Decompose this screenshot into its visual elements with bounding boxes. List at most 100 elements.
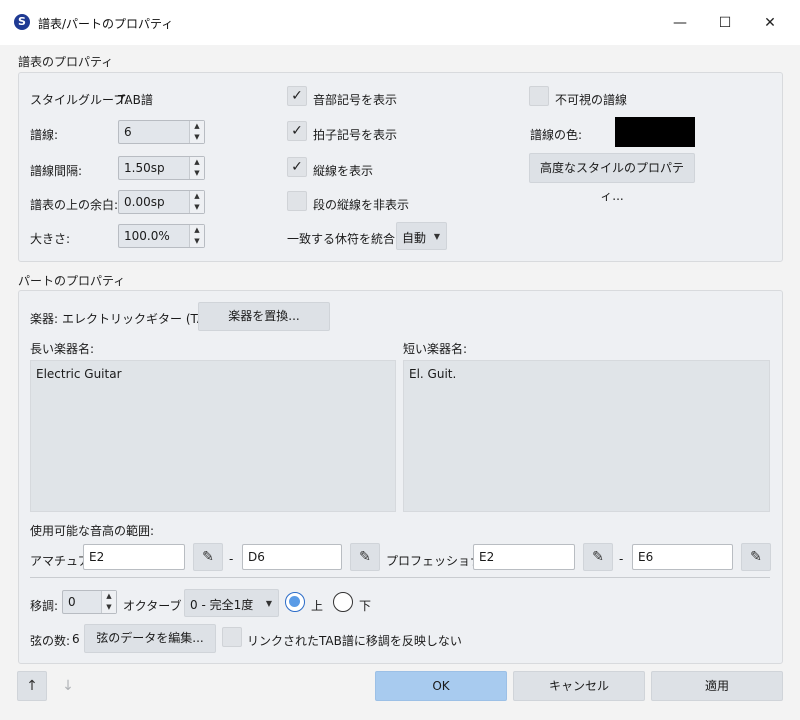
- pencil-icon: ✎: [592, 549, 604, 565]
- scale-label: 大きさ:: [30, 232, 71, 246]
- spin-down-icon[interactable]: ▼: [190, 202, 204, 213]
- transpose-down-label: 下: [359, 599, 372, 613]
- amateur-low-edit-button[interactable]: ✎: [193, 543, 223, 571]
- transpose-down-radio[interactable]: [333, 592, 353, 612]
- pro-low-input[interactable]: E2: [473, 544, 575, 570]
- line-color-swatch[interactable]: [615, 117, 695, 147]
- extra-space-spin-arrows[interactable]: ▲ ▼: [189, 191, 204, 213]
- spin-down-icon[interactable]: ▼: [190, 236, 204, 247]
- checkmark-icon: ✓: [291, 159, 303, 175]
- range-dash: -: [619, 552, 624, 566]
- spin-down-icon[interactable]: ▼: [190, 168, 204, 179]
- short-name-label: 短い楽器名:: [403, 342, 468, 356]
- show-timesig-label: 拍子記号を表示: [313, 128, 398, 142]
- show-clef-label: 音部記号を表示: [313, 93, 398, 107]
- pro-low-edit-button[interactable]: ✎: [583, 543, 613, 571]
- show-barlines-label: 縦線を表示: [313, 164, 374, 178]
- close-button[interactable]: ✕: [755, 11, 785, 35]
- hide-system-barline-checkbox[interactable]: [287, 191, 307, 211]
- line-color-label: 譜線の色:: [530, 128, 583, 142]
- long-name-textarea[interactable]: Electric Guitar: [30, 360, 396, 512]
- window-title: 譜表/パートのプロパティ: [38, 17, 174, 31]
- pro-high-input[interactable]: E6: [632, 544, 733, 570]
- scale-value: 100.0%: [124, 229, 170, 243]
- transpose-octave-spinbox[interactable]: 0 ▲ ▼: [62, 590, 117, 614]
- invisible-lines-checkbox[interactable]: [529, 86, 549, 106]
- show-clef-checkbox[interactable]: ✓: [287, 86, 307, 106]
- extra-space-spinbox[interactable]: 0.00sp ▲ ▼: [118, 190, 205, 214]
- style-group-value: TAB譜: [118, 93, 153, 107]
- spin-up-icon[interactable]: ▲: [190, 157, 204, 168]
- pitch-range-label: 使用可能な音高の範囲:: [30, 524, 155, 538]
- merge-rests-label: 一致する休符を統合:: [287, 232, 400, 246]
- spin-down-icon[interactable]: ▼: [190, 132, 204, 143]
- spin-up-icon[interactable]: ▲: [190, 225, 204, 236]
- replace-instrument-button[interactable]: 楽器を置換...: [198, 302, 330, 331]
- short-name-textarea[interactable]: El. Guit.: [403, 360, 770, 512]
- spin-up-icon[interactable]: ▲: [190, 191, 204, 202]
- merge-rests-dropdown[interactable]: 自動 ▼: [396, 222, 447, 250]
- app-icon: S: [14, 14, 30, 30]
- line-spacing-spin-arrows[interactable]: ▲ ▼: [189, 157, 204, 179]
- pencil-icon: ✎: [202, 549, 214, 565]
- spin-down-icon[interactable]: ▼: [102, 602, 116, 613]
- advanced-style-button[interactable]: 高度なスタイルのプロパティ...: [529, 153, 695, 203]
- lines-spinbox[interactable]: 6 ▲ ▼: [118, 120, 205, 144]
- minimize-button[interactable]: —: [665, 11, 695, 35]
- apply-button[interactable]: 適用: [651, 671, 783, 701]
- line-spacing-label: 譜線間隔:: [30, 164, 83, 178]
- checkmark-icon: ✓: [291, 123, 303, 139]
- chevron-down-icon: ▼: [433, 232, 440, 241]
- long-name-label: 長い楽器名:: [30, 342, 95, 356]
- transpose-label: 移調:: [30, 599, 59, 613]
- spin-up-icon[interactable]: ▲: [190, 121, 204, 132]
- lines-label: 譜線:: [30, 128, 59, 142]
- line-spacing-spinbox[interactable]: 1.50sp ▲ ▼: [118, 156, 205, 180]
- pencil-icon: ✎: [750, 549, 762, 565]
- amateur-high-input[interactable]: D6: [242, 544, 342, 570]
- extra-space-label: 譜表の上の余白:: [30, 198, 119, 212]
- pencil-icon: ✎: [359, 549, 371, 565]
- maximize-button[interactable]: ☐: [710, 11, 740, 35]
- interval-dropdown[interactable]: 0 - 完全1度 ▼: [184, 589, 279, 617]
- cancel-button[interactable]: キャンセル: [513, 671, 645, 701]
- ok-button[interactable]: OK: [375, 671, 507, 701]
- lines-spin-arrows[interactable]: ▲ ▼: [189, 121, 204, 143]
- line-spacing-value: 1.50sp: [124, 161, 165, 175]
- strings-label: 弦の数:: [30, 634, 71, 648]
- amateur-high-edit-button[interactable]: ✎: [350, 543, 380, 571]
- scale-spin-arrows[interactable]: ▲ ▼: [189, 225, 204, 247]
- transpose-up-radio[interactable]: [285, 592, 305, 612]
- scale-spinbox[interactable]: 100.0% ▲ ▼: [118, 224, 205, 248]
- part-section-title: パートのプロパティ: [18, 274, 126, 288]
- transpose-up-label: 上: [311, 599, 324, 613]
- spin-up-icon[interactable]: ▲: [102, 591, 116, 602]
- strings-value: 6: [72, 632, 80, 646]
- edit-strings-button[interactable]: 弦のデータを編集...: [84, 624, 216, 653]
- chevron-down-icon: ▼: [265, 599, 272, 608]
- invisible-lines-label: 不可視の譜線: [555, 93, 628, 107]
- arrow-down-icon: ↓: [62, 678, 74, 694]
- staff-section-title: 譜表のプロパティ: [18, 55, 114, 69]
- move-up-button[interactable]: ↑: [17, 671, 47, 701]
- arrow-up-icon: ↑: [26, 678, 38, 694]
- separator: [30, 577, 770, 578]
- amateur-low-input[interactable]: E2: [83, 544, 185, 570]
- style-group-label: スタイルグループ:: [30, 93, 130, 107]
- no-linked-transpose-checkbox[interactable]: [222, 627, 242, 647]
- interval-value: 0 - 完全1度: [190, 598, 254, 612]
- move-down-button[interactable]: ↓: [53, 671, 83, 701]
- extra-space-value: 0.00sp: [124, 195, 165, 209]
- hide-system-barline-label: 段の縦線を非表示: [313, 198, 410, 212]
- range-dash: -: [229, 552, 234, 566]
- transpose-spin-arrows[interactable]: ▲ ▼: [101, 591, 116, 613]
- transpose-octave-value: 0: [68, 595, 76, 609]
- show-barlines-checkbox[interactable]: ✓: [287, 157, 307, 177]
- no-linked-transpose-label: リンクされたTAB譜に移調を反映しない: [247, 634, 462, 648]
- instrument-label: 楽器:: [30, 312, 59, 326]
- checkmark-icon: ✓: [291, 88, 303, 104]
- pro-high-edit-button[interactable]: ✎: [741, 543, 771, 571]
- lines-value: 6: [124, 125, 132, 139]
- show-timesig-checkbox[interactable]: ✓: [287, 121, 307, 141]
- merge-rests-value: 自動: [402, 231, 427, 245]
